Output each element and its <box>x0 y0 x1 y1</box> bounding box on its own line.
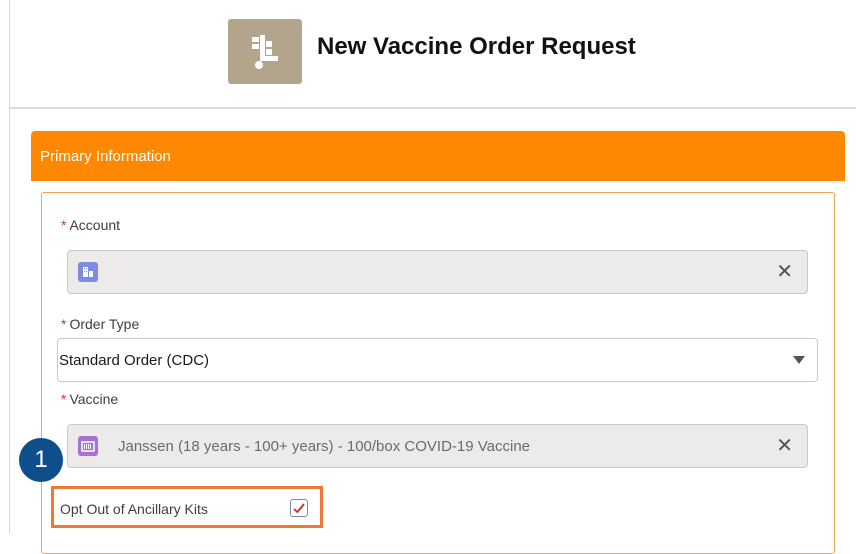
opt-out-highlight: Opt Out of Ancillary Kits <box>51 486 323 528</box>
required-marker: * <box>61 316 67 332</box>
vaccine-lookup-field[interactable]: Janssen (18 years - 100+ years) - 100/bo… <box>67 424 808 468</box>
account-label: * Account <box>61 217 120 233</box>
required-marker: * <box>61 217 67 233</box>
checkmark-icon <box>293 503 305 514</box>
account-lookup-field[interactable]: ✕ <box>67 250 808 294</box>
opt-out-checkbox[interactable] <box>290 499 308 517</box>
page-title: New Vaccine Order Request <box>317 33 636 60</box>
left-border <box>0 0 10 534</box>
order-type-label: * Order Type <box>61 316 139 332</box>
order-type-label-text: Order Type <box>69 316 140 332</box>
order-type-select[interactable]: Standard Order (CDC) <box>57 338 818 382</box>
account-icon <box>78 262 98 282</box>
chevron-down-icon[interactable] <box>793 356 805 364</box>
callout-badge: 1 <box>19 438 63 482</box>
clear-icon[interactable]: ✕ <box>776 435 793 457</box>
vaccine-label: * Vaccine <box>61 391 118 407</box>
vaccine-label-text: Vaccine <box>69 391 119 407</box>
opt-out-label: Opt Out of Ancillary Kits <box>60 501 208 517</box>
account-label-text: Account <box>69 217 121 233</box>
clear-icon[interactable]: ✕ <box>776 261 793 283</box>
section-title: Primary Information <box>40 148 171 165</box>
product-icon <box>78 436 98 456</box>
section-header-primary-information[interactable]: Primary Information <box>31 131 845 181</box>
order-type-value: Standard Order (CDC) <box>59 352 210 369</box>
modal-header: New Vaccine Order Request <box>10 0 856 109</box>
dolly-icon <box>228 19 302 84</box>
required-marker: * <box>61 391 67 407</box>
vaccine-value: Janssen (18 years - 100+ years) - 100/bo… <box>118 438 531 455</box>
